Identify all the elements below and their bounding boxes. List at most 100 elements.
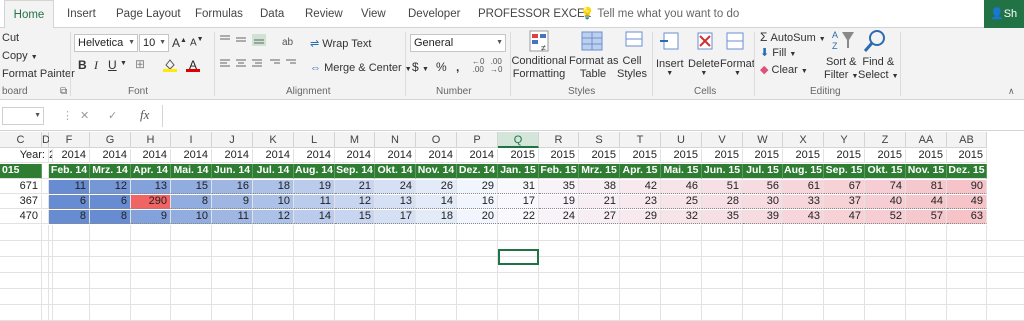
year-cell[interactable]: 2014 bbox=[171, 149, 212, 163]
data-cell[interactable]: 23 bbox=[620, 195, 661, 209]
year-cell[interactable]: 2015 bbox=[620, 149, 661, 163]
cell-styles-button[interactable]: Cell Styles bbox=[614, 55, 650, 81]
empty-cell[interactable] bbox=[620, 273, 661, 289]
data-cell[interactable]: 24 bbox=[539, 210, 579, 224]
empty-cell[interactable] bbox=[457, 241, 498, 257]
column-header-r[interactable]: R bbox=[539, 132, 579, 148]
data-cell[interactable]: 44 bbox=[906, 195, 947, 209]
empty-cell[interactable] bbox=[212, 305, 253, 321]
empty-cell[interactable] bbox=[906, 273, 947, 289]
empty-cell[interactable] bbox=[42, 289, 49, 305]
enter-icon[interactable]: ✓ bbox=[108, 109, 117, 122]
empty-cell[interactable] bbox=[906, 289, 947, 305]
column-header-z[interactable]: Z bbox=[865, 132, 906, 148]
empty-cell[interactable] bbox=[253, 257, 294, 273]
empty-cell[interactable] bbox=[375, 305, 416, 321]
month-header-cell[interactable]: Aug. 15 bbox=[783, 164, 824, 179]
empty-cell[interactable] bbox=[661, 289, 702, 305]
year-cell[interactable]: 2015 bbox=[539, 149, 579, 163]
empty-cell[interactable] bbox=[987, 225, 1024, 241]
data-cell[interactable]: 40 bbox=[865, 195, 906, 209]
empty-cell[interactable] bbox=[375, 257, 416, 273]
column-header-f[interactable]: F bbox=[49, 132, 90, 148]
data-cell[interactable]: 30 bbox=[743, 195, 783, 209]
data-cell[interactable]: 27 bbox=[579, 210, 620, 224]
data-cell[interactable]: 67 bbox=[824, 180, 865, 194]
data-cell[interactable]: 39 bbox=[743, 210, 783, 224]
empty-cell[interactable] bbox=[498, 273, 539, 289]
empty-cell[interactable] bbox=[620, 289, 661, 305]
empty-cell[interactable] bbox=[0, 289, 42, 305]
empty-cell[interactable] bbox=[42, 241, 49, 257]
empty-cell[interactable] bbox=[294, 289, 335, 305]
column-header-aa[interactable]: AA bbox=[906, 132, 947, 148]
empty-cell[interactable] bbox=[42, 225, 49, 241]
column-header-u[interactable]: U bbox=[661, 132, 702, 148]
empty-cell[interactable] bbox=[253, 305, 294, 321]
empty-cell[interactable] bbox=[824, 289, 865, 305]
empty-cell[interactable] bbox=[743, 305, 783, 321]
column-header-g[interactable]: G bbox=[90, 132, 131, 148]
empty-cell[interactable] bbox=[947, 273, 987, 289]
data-cell[interactable]: 6 bbox=[49, 195, 90, 209]
month-header-cell[interactable]: Dez. 14 bbox=[457, 164, 498, 179]
data-cell[interactable]: 10 bbox=[171, 210, 212, 224]
empty-cell[interactable] bbox=[865, 273, 906, 289]
decrease-font-icon[interactable]: A▼ bbox=[190, 36, 204, 48]
empty-cell[interactable] bbox=[783, 273, 824, 289]
empty-cell[interactable] bbox=[783, 257, 824, 273]
data-cell[interactable]: 24 bbox=[375, 180, 416, 194]
data-cell[interactable]: 9 bbox=[212, 195, 253, 209]
month-header-cell[interactable]: Nov. 14 bbox=[416, 164, 457, 179]
data-cell[interactable]: 16 bbox=[457, 195, 498, 209]
empty-cell[interactable] bbox=[498, 305, 539, 321]
column-header-i[interactable]: I bbox=[171, 132, 212, 148]
underline-icon[interactable]: U bbox=[108, 58, 117, 72]
empty-cell[interactable] bbox=[90, 241, 131, 257]
empty-cell[interactable] bbox=[620, 305, 661, 321]
data-cell[interactable]: 14 bbox=[294, 210, 335, 224]
year-cell[interactable]: 2015 bbox=[824, 149, 865, 163]
empty-cell[interactable] bbox=[416, 289, 457, 305]
empty-cell[interactable] bbox=[294, 241, 335, 257]
data-cell[interactable]: 29 bbox=[457, 180, 498, 194]
column-header-m[interactable]: M bbox=[335, 132, 375, 148]
delete-cells-button[interactable]: Delete ▼ bbox=[688, 58, 720, 77]
data-cell[interactable]: 8 bbox=[49, 210, 90, 224]
wrap-text-button[interactable]: ⇌ Wrap Text bbox=[310, 37, 371, 50]
month-header-cell[interactable]: Okt. 14 bbox=[375, 164, 416, 179]
worksheet-grid[interactable]: CDEFGHIJKLMNOPQRSTUVWXYZAAABYear:2014201… bbox=[0, 132, 1024, 321]
format-cells-button[interactable]: Format ▼ bbox=[720, 58, 755, 77]
empty-cell[interactable] bbox=[212, 273, 253, 289]
column-header-j[interactable]: J bbox=[212, 132, 253, 148]
autosum-button[interactable]: Σ AutoSum ▼ bbox=[760, 30, 826, 44]
empty-cell[interactable] bbox=[661, 241, 702, 257]
month-header-cell[interactable]: Jul. 15 bbox=[743, 164, 783, 179]
data-cell[interactable]: 671 bbox=[0, 180, 42, 194]
empty-cell[interactable] bbox=[620, 257, 661, 273]
data-cell[interactable]: 470 bbox=[0, 210, 42, 224]
conditional-formatting-button[interactable]: Conditional Formatting bbox=[511, 55, 567, 81]
empty-cell[interactable] bbox=[131, 257, 171, 273]
empty-cell[interactable] bbox=[49, 305, 90, 321]
tab-page-layout[interactable]: Page Layout bbox=[116, 0, 181, 28]
data-cell[interactable]: 19 bbox=[294, 180, 335, 194]
empty-cell[interactable] bbox=[294, 273, 335, 289]
month-header-cell[interactable]: Okt. 15 bbox=[865, 164, 906, 179]
year-cell[interactable]: 2014 bbox=[375, 149, 416, 163]
italic-icon[interactable]: I bbox=[94, 58, 98, 73]
data-cell[interactable]: 29 bbox=[620, 210, 661, 224]
selected-cell[interactable] bbox=[498, 249, 539, 265]
data-cell[interactable]: 10 bbox=[253, 195, 294, 209]
column-header-y[interactable]: Y bbox=[824, 132, 865, 148]
empty-cell[interactable] bbox=[171, 257, 212, 273]
data-cell[interactable]: 52 bbox=[865, 210, 906, 224]
empty-cell[interactable] bbox=[743, 257, 783, 273]
year-cell[interactable]: 2014 bbox=[416, 149, 457, 163]
empty-cell[interactable] bbox=[579, 289, 620, 305]
year-cell[interactable]: 2015 bbox=[702, 149, 743, 163]
empty-cell[interactable] bbox=[702, 289, 743, 305]
data-cell[interactable]: 6 bbox=[90, 195, 131, 209]
clear-button[interactable]: ◆ Clear ▼ bbox=[760, 63, 808, 76]
empty-cell[interactable] bbox=[539, 257, 579, 273]
